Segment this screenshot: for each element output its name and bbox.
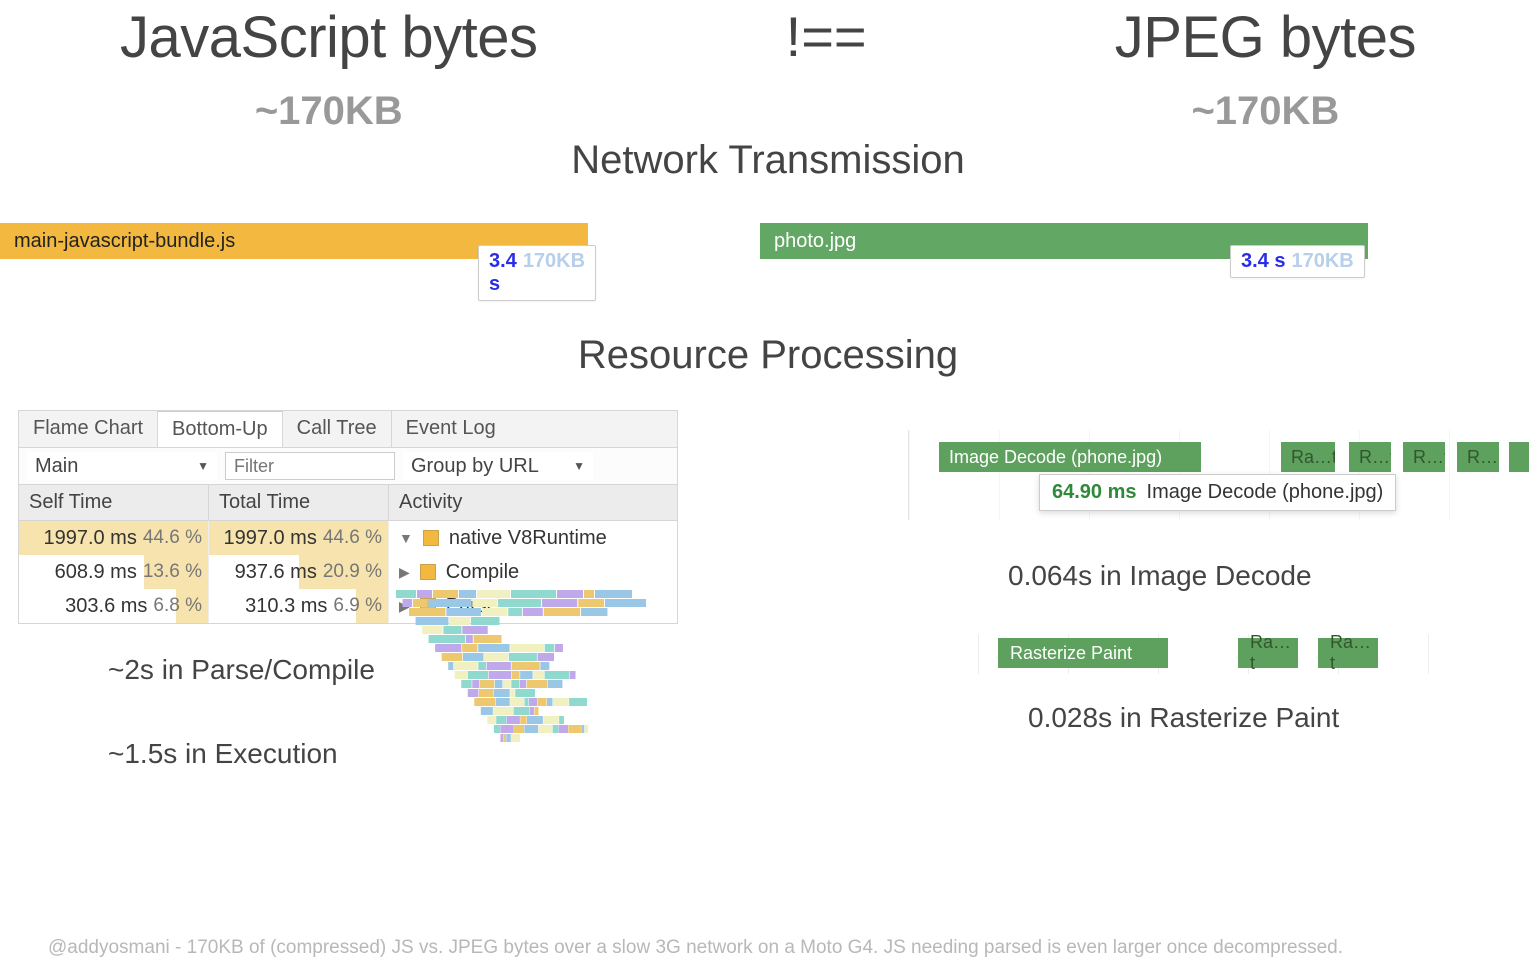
tab-flame-chart[interactable]: Flame Chart — [19, 411, 158, 447]
neq-symbol: !== — [786, 4, 867, 69]
activity-label: Compile — [446, 561, 519, 584]
activity-color-swatch — [423, 530, 439, 546]
chevron-down-icon: ▼ — [573, 459, 585, 473]
right-col: JPEG bytes ~170KB — [1115, 4, 1416, 134]
rasterize-timeline: Rasterize Paint Ra…t Ra…t — [978, 634, 1518, 674]
rasterize-paint-block: Rasterize Paint — [998, 638, 1168, 668]
footer-credit: @addyosmani - 170KB of (compressed) JS v… — [48, 937, 1496, 959]
section-processing: Resource Processing — [0, 333, 1536, 378]
js-network-time: 3.4 s — [489, 250, 517, 296]
network-bars: main-javascript-bundle.js 3.4 s 170KB ph… — [0, 223, 1536, 303]
activity-label: native V8Runtime — [449, 527, 607, 550]
flame-chart-thumbnail — [396, 590, 686, 750]
tab-bottom-up[interactable]: Bottom-Up — [158, 411, 283, 447]
image-decode-summary: 0.064s in Image Decode — [1008, 560, 1518, 592]
raster-block: Ra…t — [1281, 442, 1335, 472]
jpeg-title: JPEG bytes — [1115, 4, 1416, 71]
processing-panels: Flame Chart Bottom-Up Call Tree Event Lo… — [0, 410, 1536, 770]
js-network-tag: 3.4 s 170KB — [478, 245, 596, 301]
raster-block — [1509, 442, 1529, 472]
expand-icon[interactable]: ▶ — [399, 564, 410, 581]
table-header: Self Time Total Time Activity — [19, 485, 677, 521]
left-col: JavaScript bytes ~170KB — [120, 4, 538, 134]
img-network-tag: 3.4 s 170KB — [1230, 245, 1365, 278]
raster-block: R…t — [1403, 442, 1445, 472]
image-decode-timeline: Image Decode (phone.jpg) Ra…t R…t R…t R…… — [908, 430, 1518, 520]
group-select-label: Group by URL — [411, 455, 539, 478]
js-bar-wrap: main-javascript-bundle.js 3.4 s 170KB — [0, 223, 588, 303]
group-select[interactable]: Group by URL ▼ — [403, 452, 593, 480]
jpeg-size: ~170KB — [1191, 89, 1339, 134]
filter-row: Main ▼ Group by URL ▼ — [18, 448, 678, 485]
thread-select[interactable]: Main ▼ — [27, 452, 217, 480]
img-network-size: 170KB — [1291, 250, 1353, 273]
raster-block: R… — [1457, 442, 1499, 472]
section-network: Network Transmission — [0, 138, 1536, 183]
js-title: JavaScript bytes — [120, 4, 538, 71]
col-total-time[interactable]: Total Time — [209, 485, 389, 520]
filter-input[interactable] — [225, 452, 395, 480]
tab-call-tree[interactable]: Call Tree — [283, 411, 392, 447]
raster-block: Ra…t — [1318, 638, 1378, 668]
raster-block: Ra…t — [1238, 638, 1298, 668]
expand-icon[interactable]: ▼ — [399, 530, 413, 546]
js-network-size: 170KB — [523, 250, 585, 296]
tooltip-duration: 64.90 ms — [1052, 481, 1137, 504]
table-row[interactable]: 608.9 ms13.6 %937.6 ms20.9 %▶Compile — [19, 555, 677, 589]
table-row[interactable]: 1997.0 ms44.6 %1997.0 ms44.6 %▼native V8… — [19, 521, 677, 555]
tab-event-log[interactable]: Event Log — [392, 411, 510, 447]
rasterize-summary: 0.028s in Rasterize Paint — [1028, 702, 1518, 734]
col-activity[interactable]: Activity — [389, 485, 677, 520]
image-decode-tooltip: 64.90 ms Image Decode (phone.jpg) — [1039, 474, 1396, 511]
header-row: JavaScript bytes ~170KB !== JPEG bytes ~… — [0, 4, 1536, 134]
devtools-tabs: Flame Chart Bottom-Up Call Tree Event Lo… — [18, 410, 678, 448]
tooltip-label: Image Decode (phone.jpg) — [1147, 481, 1384, 504]
img-network-time: 3.4 s — [1241, 250, 1285, 273]
activity-color-swatch — [420, 564, 436, 580]
thread-select-label: Main — [35, 455, 78, 478]
raster-block: R…t — [1349, 442, 1391, 472]
chevron-down-icon: ▼ — [197, 459, 209, 473]
js-size: ~170KB — [255, 89, 403, 134]
mid-col: !== — [786, 4, 867, 69]
image-decode-block: Image Decode (phone.jpg) — [939, 442, 1201, 472]
col-self-time[interactable]: Self Time — [19, 485, 209, 520]
image-panel: Image Decode (phone.jpg) Ra…t R…t R…t R…… — [878, 410, 1518, 770]
